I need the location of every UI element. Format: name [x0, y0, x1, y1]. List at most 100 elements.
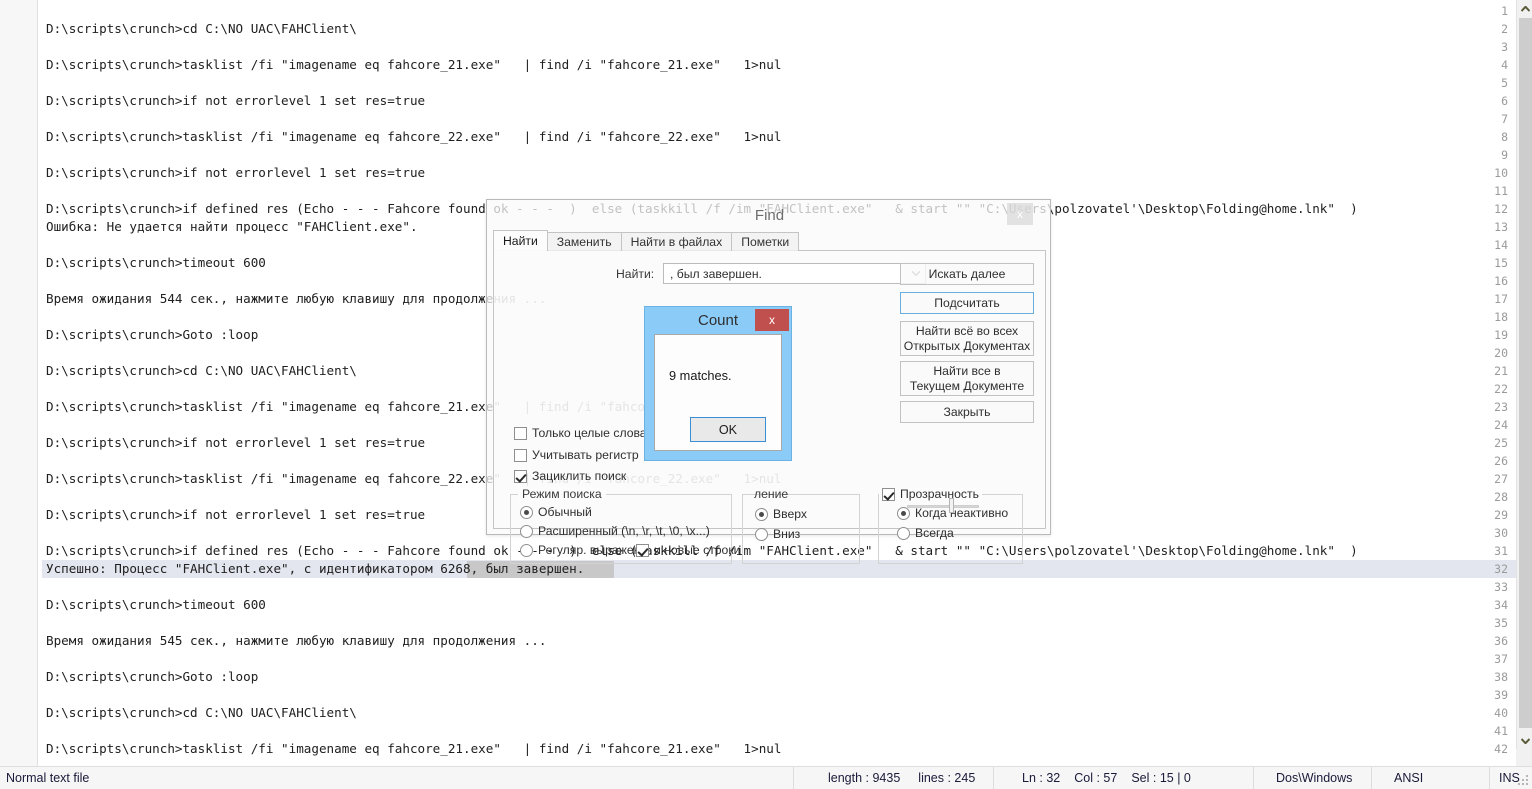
tab-replace[interactable]: Заменить — [546, 232, 622, 251]
match-case-label: Учитывать регистр — [532, 448, 639, 462]
transparency-slider-thumb[interactable] — [949, 498, 954, 513]
editor-line[interactable]: D:\scripts\crunch>Goto :loop — [46, 326, 258, 344]
direction-down-radio[interactable]: Вниз — [755, 527, 800, 541]
editor-line[interactable]: D:\scripts\crunch>if not errorlevel 1 se… — [46, 164, 425, 182]
find-dialog-tabs[interactable]: Найти Заменить Найти в файлах Пометки — [493, 230, 800, 251]
find-all-in-all-documents-button[interactable]: Найти всё во всех Открытых Документах — [900, 321, 1034, 356]
transparency-always-label: Всегда — [915, 526, 954, 540]
vertical-scrollbar[interactable] — [1516, 0, 1532, 766]
editor-line[interactable]: D:\scripts\crunch>timeout 600 — [46, 596, 266, 614]
status-eol-format: Dos\Windows — [1254, 766, 1372, 789]
dot-matches-newline-label: и новые строки — [654, 543, 741, 557]
direction-up-radio[interactable]: Вверх — [755, 507, 807, 521]
status-sel: Sel : 15 | 0 — [1131, 771, 1191, 785]
transparency-checkbox[interactable]: Прозрачность — [879, 487, 982, 501]
count-button[interactable]: Подсчитать — [900, 292, 1034, 314]
find-next-button[interactable]: Искать далее — [900, 263, 1034, 285]
gutter-edge — [38, 0, 42, 766]
checkbox-box — [514, 469, 527, 483]
whole-word-label: Только целые слова — [532, 426, 647, 440]
count-ok-button[interactable]: OK — [690, 417, 766, 442]
match-case-checkbox[interactable]: Учитывать регистр — [514, 448, 639, 462]
editor-line[interactable]: Время ожидания 545 сек., нажмите любую к… — [46, 632, 546, 650]
editor-line[interactable]: D:\scripts\crunch>tasklist /fi "imagenam… — [46, 56, 781, 74]
editor-line[interactable]: Ошибка: Не удается найти процесс "FAHCli… — [46, 218, 418, 236]
radio-dot — [520, 524, 533, 538]
tab-mark[interactable]: Пометки — [731, 232, 800, 251]
editor-line[interactable]: D:\scripts\crunch>cd C:\NO UAC\FAHClient… — [46, 20, 357, 38]
radio-dot — [897, 506, 910, 520]
editor-line[interactable]: D:\scripts\crunch>timeout 600 — [46, 254, 266, 272]
search-mode-regex-label: Регуляр. выражен. — [538, 543, 644, 557]
count-dialog-close-button[interactable]: x — [755, 309, 789, 331]
status-col: Col : 57 — [1074, 771, 1118, 785]
radio-dot — [755, 527, 768, 541]
checkbox-box — [514, 426, 527, 440]
tab-find-in-files[interactable]: Найти в файлах — [620, 232, 733, 251]
wrap-around-checkbox[interactable]: Зациклить поиск — [514, 469, 626, 483]
status-length-lines: length : 9435 lines : 245 — [794, 766, 994, 789]
count-dialog-body: 9 matches. OK — [654, 334, 782, 451]
find-all-current-doc-line2: Текущем Документе — [909, 378, 1025, 393]
direction-title: ление — [754, 487, 789, 501]
find-all-in-current-document-button[interactable]: Найти все в Текущем Документе — [900, 361, 1034, 396]
transparency-on-losing-focus-label: Когда неактивно — [915, 506, 1009, 520]
scroll-down-arrow[interactable] — [1517, 732, 1532, 749]
checkbox-box — [882, 487, 895, 501]
editor-line[interactable]: D:\scripts\crunch>tasklist /fi "imagenam… — [46, 128, 781, 146]
editor-line[interactable]: D:\scripts\crunch>if not errorlevel 1 se… — [46, 506, 425, 524]
find-all-all-docs-line1: Найти всё во всех — [915, 323, 1019, 338]
scrollbar-corner — [1516, 749, 1532, 766]
transparency-slider-track[interactable] — [907, 505, 979, 508]
direction-group: ление Вверх Вниз — [742, 487, 860, 564]
find-dialog-close-button[interactable]: x — [1007, 203, 1033, 225]
count-message: 9 matches. — [669, 368, 732, 383]
status-bar: Normal text file length : 9435 lines : 2… — [0, 766, 1532, 789]
search-mode-title: Режим поиска — [518, 487, 606, 501]
status-length: length : 9435 — [828, 771, 901, 785]
find-input[interactable]: , был завершен. — [663, 263, 926, 284]
find-input-value: , был завершен. — [670, 266, 762, 281]
checkbox-box — [636, 543, 649, 557]
dot-matches-newline-checkbox[interactable]: и новые строки — [636, 543, 740, 557]
wrap-around-label: Зациклить поиск — [532, 469, 627, 483]
find-dialog-title: Find — [754, 206, 785, 224]
tab-find[interactable]: Найти — [493, 230, 548, 251]
find-next-label: Искать далее — [928, 266, 1006, 281]
status-caret-position: Ln : 32 Col : 57 Sel : 15 | 0 — [994, 766, 1254, 789]
whole-word-checkbox[interactable]: Только целые слова — [514, 426, 647, 440]
search-mode-normal-radio[interactable]: Обычный — [520, 505, 592, 519]
checkbox-box — [514, 448, 527, 462]
editor-line[interactable]: D:\scripts\crunch>cd C:\NO UAC\FAHClient… — [46, 362, 357, 380]
search-mode-normal-label: Обычный — [538, 505, 592, 519]
count-dialog[interactable]: Count x 9 matches. OK — [644, 306, 792, 461]
transparency-always-radio[interactable]: Всегда — [897, 526, 954, 540]
find-field-label: Найти: — [616, 267, 655, 281]
editor-line[interactable]: Успешно: Процесс "FAHClient.exe", с иден… — [46, 560, 584, 578]
status-document-type: Normal text file — [0, 766, 794, 789]
editor-line[interactable]: D:\scripts\crunch>if not errorlevel 1 se… — [46, 92, 425, 110]
close-button[interactable]: Закрыть — [900, 401, 1034, 423]
line-number-gutter — [0, 0, 38, 766]
search-mode-regex-radio[interactable]: Регуляр. выражен. — [520, 543, 644, 557]
editor-line[interactable]: D:\scripts\crunch>tasklist /fi "imagenam… — [46, 740, 781, 758]
direction-down-label: Вниз — [773, 527, 801, 541]
editor-line[interactable]: Время ожидания 544 сек., нажмите любую к… — [46, 290, 546, 308]
notepadpp-window: 1 2 3 4 5 6 7 8 9 10 11 12 13 14 15 16 17 18 19 20 21 22 23 24 2… — [0, 0, 1532, 789]
editor-line[interactable]: D:\scripts\crunch>cd C:\NO UAC\FAHClient… — [46, 704, 357, 722]
search-mode-extended-radio[interactable]: Расширенный (\n, \r, \t, \0, \x...) — [520, 524, 710, 538]
direction-up-label: Вверх — [773, 507, 807, 521]
radio-dot — [897, 526, 910, 540]
resize-grip-icon[interactable] — [1518, 775, 1529, 786]
editor-line[interactable]: D:\scripts\crunch>Goto :loop — [46, 668, 258, 686]
count-button-label: Подсчитать — [934, 295, 1000, 310]
search-mode-group: Режим поиска Обычный Расширенный (\n, \r… — [510, 487, 740, 564]
find-all-current-doc-line1: Найти все в — [933, 363, 1001, 378]
status-ln: Ln : 32 — [1022, 771, 1061, 785]
scroll-up-arrow[interactable] — [1517, 0, 1532, 17]
status-encoding: ANSI — [1372, 766, 1490, 789]
radio-dot — [520, 505, 533, 519]
close-button-label: Закрыть — [943, 404, 991, 419]
editor-line[interactable]: D:\scripts\crunch>if not errorlevel 1 se… — [46, 434, 425, 452]
scrollbar-thumb[interactable] — [1519, 18, 1532, 728]
